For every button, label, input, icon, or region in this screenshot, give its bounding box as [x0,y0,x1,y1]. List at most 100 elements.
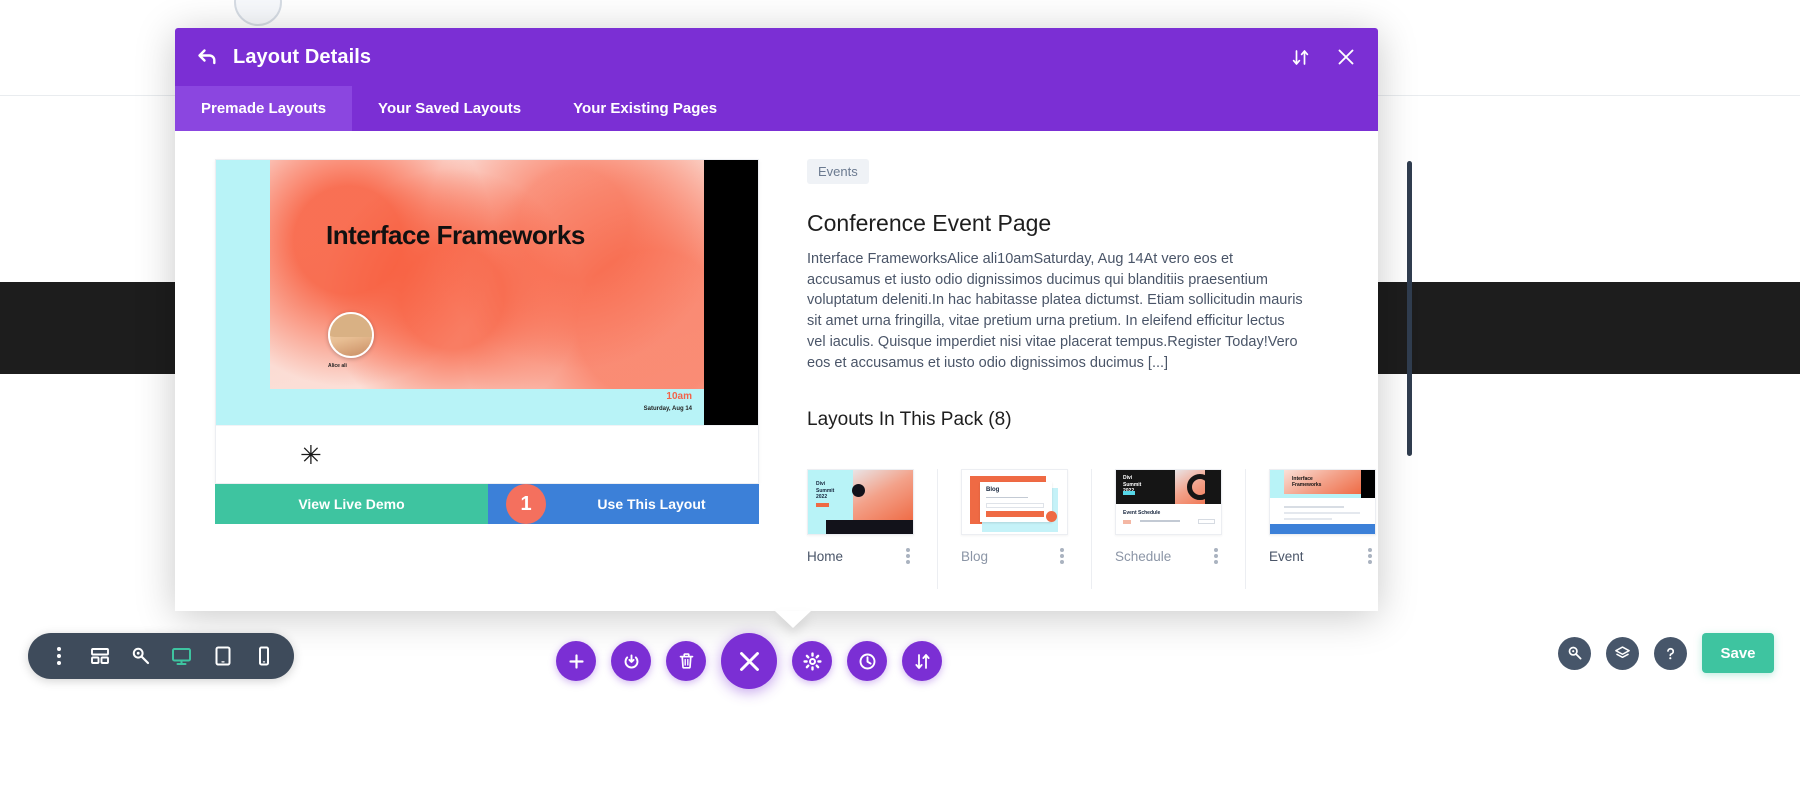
thumb-art-blog-line-2 [986,503,1044,509]
thumb-art-blog-line-1 [986,497,1028,499]
tab-premade-layouts[interactable]: Premade Layouts [175,86,353,131]
builder-main-toolbar [556,633,942,689]
desktop-icon[interactable] [161,633,202,679]
pack-item-blog-thumbnail[interactable]: Blog [961,469,1068,536]
thumb-art-home-title: Divi Summit 2022 [816,481,835,500]
kebab-menu-icon[interactable] [1368,548,1372,565]
pack-item-event[interactable]: Interface Frameworks Event [1269,469,1376,589]
tab-your-saved-layouts-label: Your Saved Layouts [378,100,522,117]
thumb-art-event: Interface Frameworks [1270,470,1375,535]
gear-icon[interactable] [792,641,832,681]
thumb-art-home-button [816,503,829,508]
details-scrollbar[interactable] [1407,161,1412,456]
sort-updown-icon[interactable] [902,641,942,681]
pack-item-schedule[interactable]: Divi Summit 2022 Event Schedule Schedule [1115,469,1222,589]
plus-icon[interactable] [556,641,596,681]
background-avatar-circle [234,0,282,26]
tab-your-existing-pages-label: Your Existing Pages [573,100,718,117]
preview-event-time: 10am [666,391,692,402]
magnifier-key-icon[interactable] [120,633,161,679]
thumb-art-schedule-badge [1123,491,1135,496]
preview-event-date: Saturday, Aug 14 [643,406,692,412]
preview-hero-photo [270,160,704,389]
trash-icon[interactable] [666,641,706,681]
sort-updown-icon[interactable] [1291,48,1310,67]
history-clock-icon[interactable] [847,641,887,681]
layers-icon[interactable] [1606,636,1639,670]
thumb-art-event-dark [1361,470,1375,499]
tablet-icon[interactable] [202,633,243,679]
kebab-menu-icon[interactable] [1214,548,1218,565]
thumb-art-schedule-mask [1205,470,1221,505]
preview-dark-panel [704,160,758,425]
layout-details-modal: Layout Details Premade Layouts Your Save… [175,28,1412,628]
use-this-layout-button[interactable]: 1 Use This Layout [488,484,759,524]
tab-your-saved-layouts[interactable]: Your Saved Layouts [352,86,547,131]
thumb-art-home: Divi Summit 2022 [808,470,913,535]
category-badge: Events [807,159,869,184]
thumb-art-blog-line-3 [986,511,1044,518]
use-this-layout-label: Use This Layout [597,496,706,512]
thumb-art-home-image [853,470,913,523]
wireframe-icon[interactable] [79,633,120,679]
help-question-icon[interactable] [1654,636,1687,670]
kebab-menu-icon[interactable] [38,633,79,679]
thumb-art-schedule-row-button [1198,519,1215,525]
layout-preview-screenshot[interactable]: Interface Frameworks Alice ali 10am Satu… [216,160,758,425]
close-x-icon[interactable] [721,633,777,689]
pack-item-event-thumbnail[interactable]: Interface Frameworks [1269,469,1376,536]
asterisk-icon: ✳ [300,439,322,470]
thumb-art-home-bar [826,520,913,535]
preview-hero-title: Interface Frameworks [326,220,585,250]
thumb-divider [1245,469,1246,590]
thumb-art-event-line-1 [1284,506,1344,509]
pack-item-blog-caption: Blog [961,548,1068,565]
layout-title: Conference Event Page [807,210,1052,236]
pack-item-schedule-thumbnail[interactable]: Divi Summit 2022 Event Schedule [1115,469,1222,536]
pack-item-blog[interactable]: Blog Blog [961,469,1068,589]
thumb-art-event-footer [1270,524,1375,535]
tab-premade-layouts-label: Premade Layouts [201,100,327,117]
thumb-art-schedule-row-line [1140,520,1180,523]
thumb-art-event-line-2 [1284,512,1360,515]
pack-item-blog-label: Blog [961,548,989,564]
thumb-art-schedule-row-tag [1123,520,1131,525]
save-button[interactable]: Save [1702,633,1774,673]
thumb-divider [937,469,938,590]
thumb-art-event-title: Interface Frameworks [1292,476,1322,489]
pack-item-home-thumbnail[interactable]: Divi Summit 2022 [807,469,914,536]
view-live-demo-button[interactable]: View Live Demo [215,484,488,524]
pack-heading: Layouts In This Pack (8) [807,409,1012,431]
preview-action-buttons: View Live Demo 1 Use This Layout [215,484,759,524]
kebab-menu-icon[interactable] [1060,548,1064,565]
close-icon[interactable] [1336,47,1356,67]
thumb-art-schedule-subtitle: Event Schedule [1123,510,1161,517]
preview-speaker-avatar [328,312,374,358]
pack-item-event-label: Event [1269,548,1304,564]
power-icon[interactable] [611,641,651,681]
step-badge: 1 [506,484,546,524]
layout-preview-column: Interface Frameworks Alice ali 10am Satu… [215,159,759,611]
kebab-menu-icon[interactable] [906,548,910,565]
thumb-art-blog-title: Blog [986,487,1000,494]
pack-item-schedule-label: Schedule [1115,548,1172,564]
back-arrow-icon[interactable] [197,48,217,66]
preview-secondary-section: ✳ [216,425,758,483]
modal-tabs: Premade Layouts Your Saved Layouts Your … [175,86,1378,131]
pack-item-home[interactable]: Divi Summit 2022 Home [807,469,914,589]
thumb-divider [1091,469,1092,590]
thumb-art-event-line-3 [1284,518,1332,521]
thumb-art-blog: Blog [962,470,1067,535]
phone-icon[interactable] [243,633,284,679]
search-icon[interactable] [1558,636,1591,670]
builder-utility-toolbar: Save [1558,633,1774,673]
view-live-demo-label: View Live Demo [298,496,405,512]
pack-thumbnail-row: Divi Summit 2022 Home Blog Blog Divi Sum… [807,469,1376,590]
avatar-hair [330,314,372,337]
pack-item-event-caption: Event [1269,548,1376,565]
preview-speaker-name: Alice ali [328,363,347,369]
pack-item-home-caption: Home [807,548,914,565]
tab-your-existing-pages[interactable]: Your Existing Pages [547,86,743,131]
thumb-art-schedule: Divi Summit 2022 Event Schedule [1116,470,1221,535]
save-button-label: Save [1720,644,1756,662]
